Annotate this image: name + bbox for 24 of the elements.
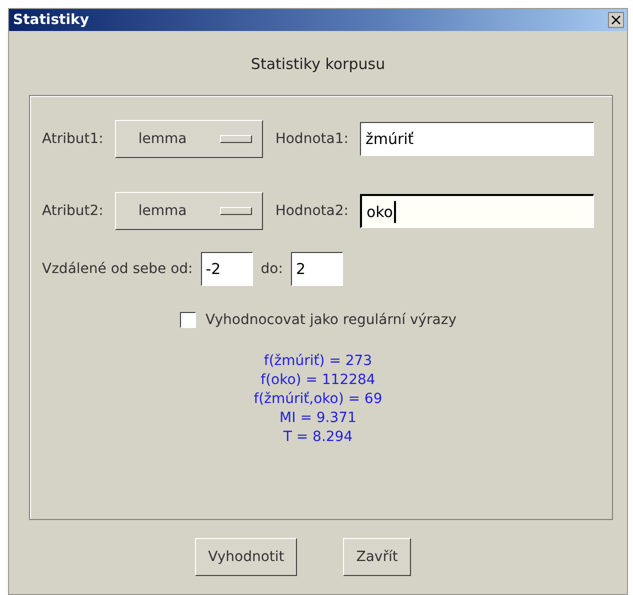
close-icon[interactable] [608,12,624,28]
dialog-button[interactable]: Vyhodnotit [195,538,298,576]
to-field[interactable]: 2 [290,252,343,286]
checkbox-label: Vyhodnocovat jako regulární výrazy [206,312,456,328]
from-field[interactable]: -2 [200,252,253,286]
result-line: T = 8.294 [283,428,353,447]
value-label: Hodnota1: [275,131,348,147]
distance-label: Vzdálené od sebe od: [42,261,193,277]
value-label: Hodnota2: [275,203,348,219]
result-line: f(oko) = 112284 [260,371,376,390]
value-field[interactable]: žmúriť [360,122,594,156]
attribute-dropdown[interactable]: lemma [115,120,264,158]
dialog-heading: Statistiky korpusu [250,55,386,73]
value-field[interactable]: oko [360,194,594,228]
attribute-label: Atribut1: [42,131,104,147]
attribute-label: Atribut2: [42,203,104,219]
result-line: MI = 9.371 [280,409,356,428]
attribute-dropdown[interactable]: lemma [115,192,264,230]
to-label: do: [260,261,283,277]
result-line: f(žmúriť) = 273 [264,352,372,371]
dialog-button[interactable]: Zavřít [343,538,411,576]
regex-checkbox[interactable] [180,312,196,328]
window-title: Statistiky [13,12,89,28]
result-line: f(žmúriť,oko) = 69 [254,390,382,409]
